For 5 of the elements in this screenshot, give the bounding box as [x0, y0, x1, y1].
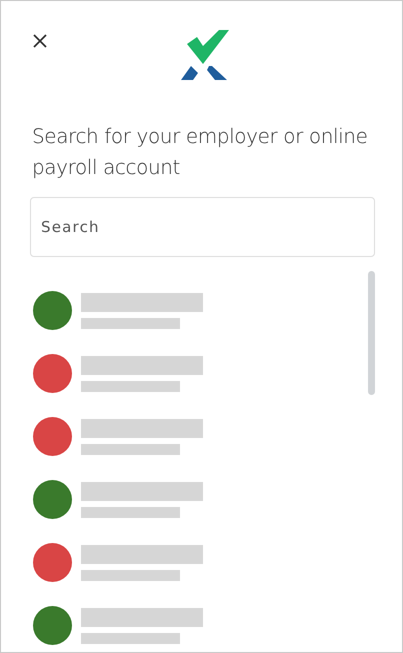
logo-icon — [181, 30, 229, 80]
scrollbar[interactable] — [368, 271, 375, 395]
search-field[interactable]: Search — [30, 197, 375, 257]
heading: Search for your employer or online payroll account — [32, 123, 368, 181]
close-icon — [32, 33, 48, 49]
